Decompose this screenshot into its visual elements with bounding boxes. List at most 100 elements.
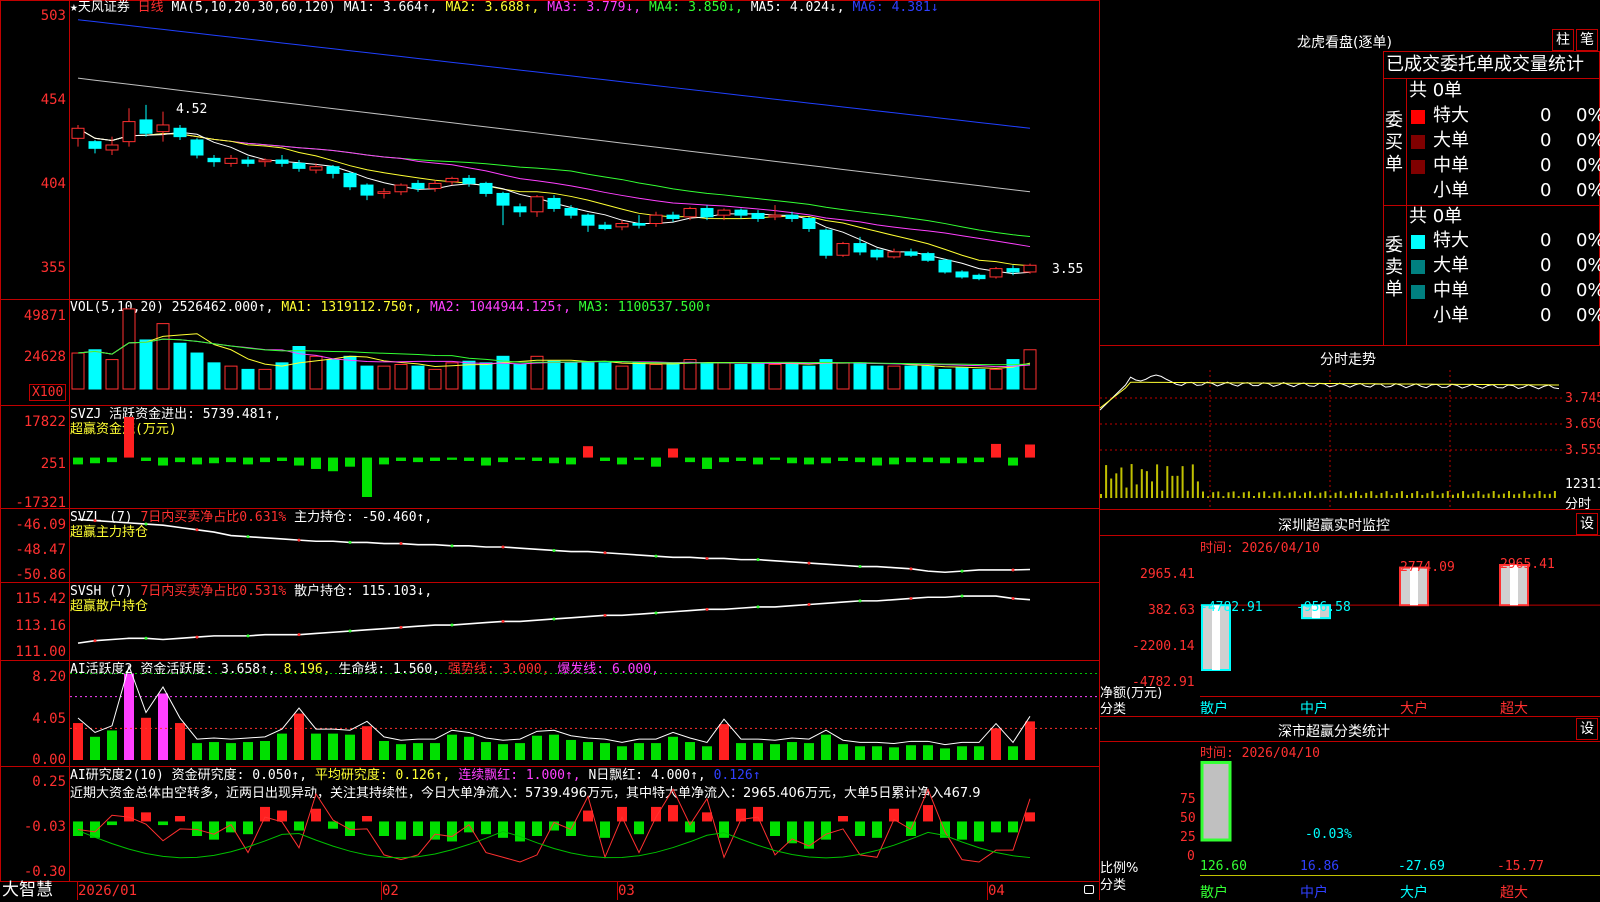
fs-vol-bar [1293,491,1296,498]
flow-bar [634,457,644,460]
stat-chart[interactable] [1200,750,1600,860]
flow-bar [651,806,661,822]
svsh-chart[interactable] [0,582,1100,661]
candle-body [547,197,561,209]
line-marker [297,633,301,637]
candle-body [564,207,578,216]
flow-bar [617,806,627,822]
fs-unit: 分时 [1565,497,1592,512]
buy-row-swatch [1411,160,1425,174]
flow-bar [753,457,763,465]
stat-settings-button[interactable]: 设 [1576,718,1598,740]
intraday-chart[interactable] [1099,370,1565,510]
volume-bar [547,360,561,390]
fs-vol-bar [1145,471,1148,498]
fs-vol-bar [1253,495,1255,498]
sell-row-name: 特大 [1433,230,1469,251]
fs-vol-bar [1339,491,1342,498]
volume-bar [428,368,442,390]
date-tick-2 [381,882,382,900]
volume-bar [666,362,680,390]
candle-body [989,268,1003,278]
candle-body [377,191,391,194]
fs-vol-bar [1125,487,1128,498]
sell-row-name: 大单 [1433,255,1469,276]
candle-body [207,157,221,163]
monitor-value-retail: -4782.91 [1200,600,1263,615]
volume-chart[interactable] [0,299,1100,406]
volume-bar [241,368,255,390]
fs-vol-bar [1105,465,1108,498]
flow-bar [379,821,389,836]
candle-body [496,192,510,206]
volume-bar [88,349,102,390]
fs-vol-bar [1462,491,1465,498]
fs-vol-bar [1457,493,1459,498]
lock-icon[interactable] [1084,885,1094,894]
ai-activity-chart[interactable] [0,660,1100,767]
svzl-chart[interactable] [0,508,1100,583]
flow-bar [855,821,865,836]
fs-vol-bar [1400,491,1403,498]
flow-bar [685,457,695,463]
ma20-line [77,127,1031,248]
flow-bar [226,743,236,760]
line-marker [552,617,556,621]
flow-bar [192,743,202,760]
volume-bar [989,368,1003,390]
line-marker [960,594,964,598]
line-marker [246,634,250,638]
line-marker [1011,596,1015,600]
brand-label[interactable]: 大智慧 [2,880,53,900]
fs-vol-bar [1365,492,1368,498]
volume-bar [921,365,935,390]
buy-row-count: 0 [1540,180,1552,201]
candle-body [479,182,493,194]
fs-vol-bar [1207,496,1210,498]
sell-row-swatch [1411,310,1425,324]
flow-bar [481,821,491,835]
volume-bar [377,365,391,390]
sell-row-swatch [1411,260,1425,274]
svzj-chart[interactable] [0,405,1100,509]
fs-vol-bar [1467,494,1470,498]
volume-bar [105,359,119,390]
flow-bar [107,730,117,760]
candlestick-chart[interactable] [0,0,1100,300]
volume-bar [683,359,697,390]
flow-bar [957,457,967,464]
flow-bar [991,443,1001,458]
line-marker [246,535,250,539]
volume-bar [938,368,952,390]
volume-bar [207,362,221,390]
flow-bar [209,821,219,840]
date-jan: 2026/01 [78,883,138,899]
flow-bar [872,746,882,760]
fs-vol-bar [1533,493,1536,498]
fs-vol-bar [1171,475,1174,498]
ai-research-chart[interactable] [0,766,1100,882]
volume-bar [139,339,153,390]
volume-bar [173,342,187,390]
flow-bar [872,457,882,466]
fs-vol-bar [1314,495,1317,498]
flow-bar [668,736,678,760]
fs-vol-bar [1375,495,1378,498]
monitor-chart[interactable] [1200,560,1600,690]
candle-body [802,217,816,230]
flow-bar [532,821,542,836]
tick-mode-button[interactable]: 笔 [1576,29,1598,51]
sell-row-pct: 0% [1576,255,1600,276]
bar-mode-button[interactable]: 柱 [1552,29,1574,51]
candle-body [768,214,782,218]
fs-vol-bar [1513,494,1516,498]
volume-bar [411,365,425,390]
candle-body [581,214,595,226]
fs-vol-bar [1181,466,1184,498]
monitor-settings-button[interactable]: 设 [1576,513,1598,535]
flow-bar [838,816,848,822]
flow-bar [532,457,542,461]
volume-bar [734,363,748,390]
candle-body [190,139,204,156]
volume-bar [853,362,867,390]
